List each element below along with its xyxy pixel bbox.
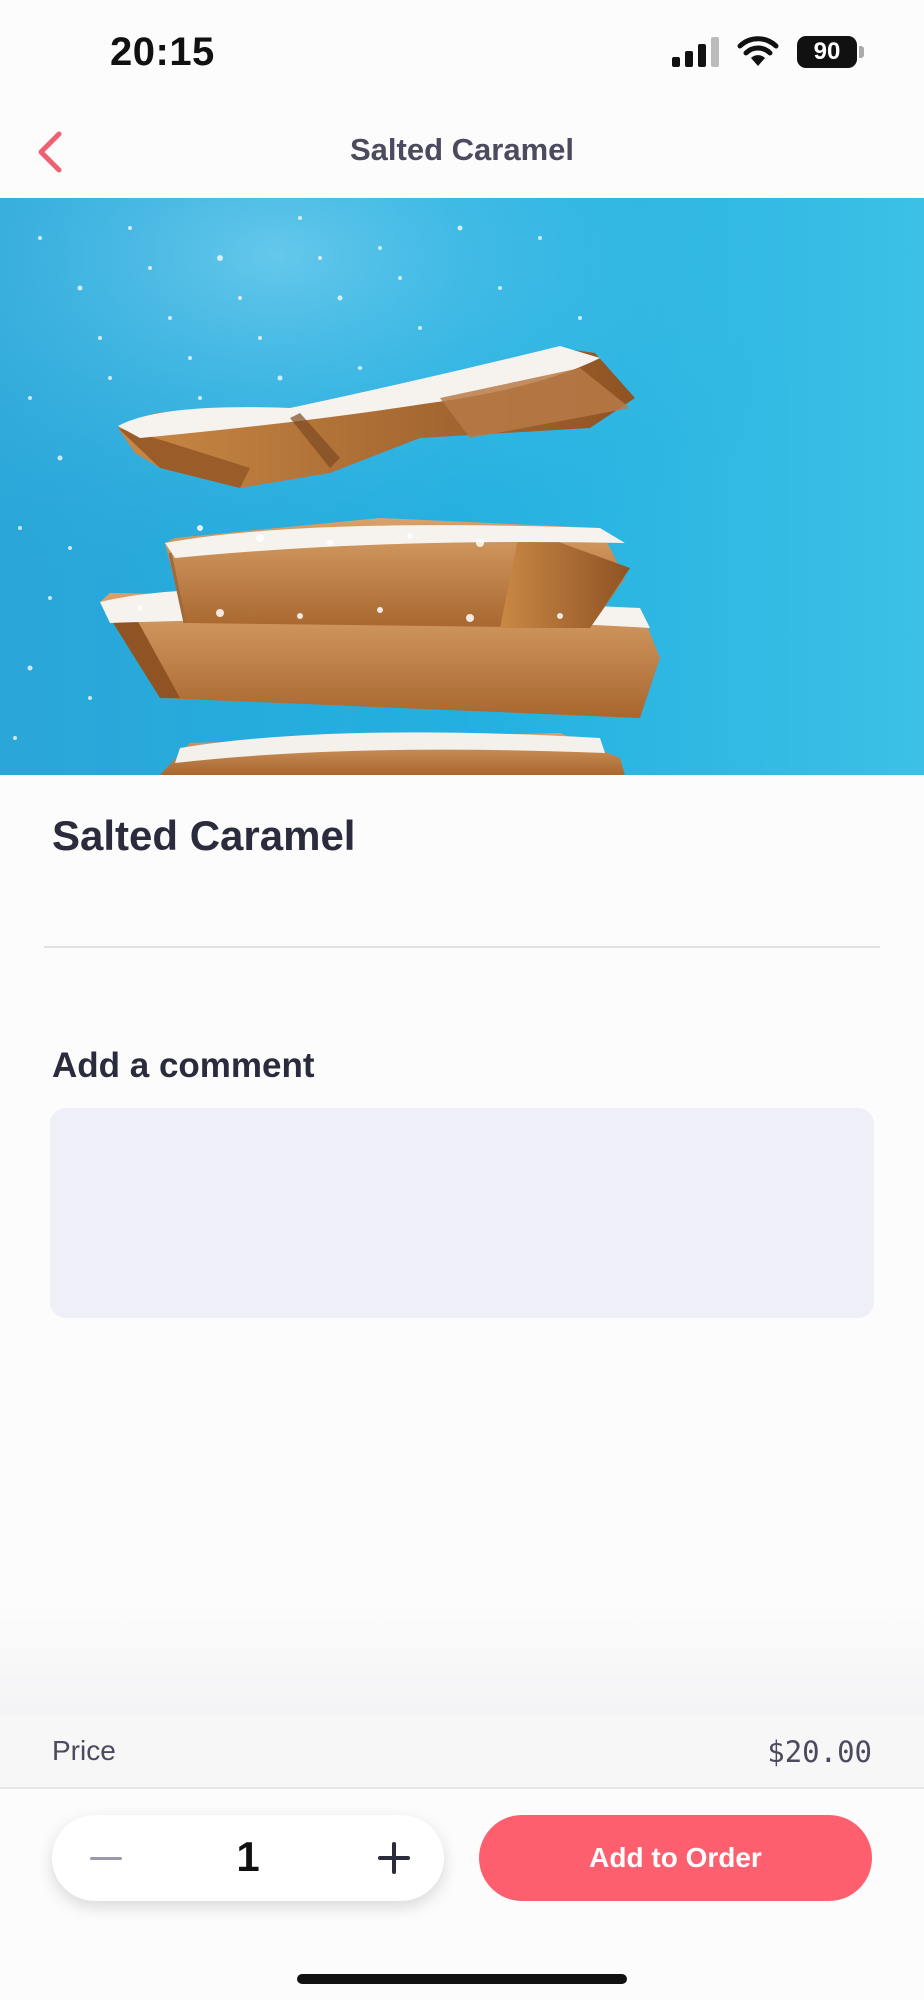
decrease-quantity-button[interactable] — [76, 1828, 136, 1888]
status-bar: 20:15 90 — [0, 0, 924, 100]
status-time: 20:15 — [110, 30, 215, 74]
comment-label: Add a comment — [52, 1046, 315, 1085]
status-icons: 90 — [672, 36, 864, 68]
price-row: Price $20.00 — [0, 1715, 924, 1789]
comment-input[interactable] — [50, 1108, 874, 1318]
minus-icon — [90, 1856, 122, 1860]
price-label: Price — [52, 1735, 116, 1766]
caramel-bars-illustration — [0, 198, 924, 775]
divider — [44, 946, 880, 948]
page-title: Salted Caramel — [350, 132, 574, 167]
nav-bar: Salted Caramel — [0, 100, 924, 198]
order-bar: 1 Add to Order — [0, 1789, 924, 2000]
battery-icon: 90 — [797, 36, 864, 68]
add-to-order-button[interactable]: Add to Order — [479, 1815, 872, 1901]
quantity-value: 1 — [236, 1833, 260, 1880]
signal-icon — [672, 37, 719, 67]
price-value: $20.00 — [767, 1735, 872, 1769]
product-image — [0, 198, 924, 775]
increase-quantity-button[interactable] — [364, 1828, 424, 1888]
plus-icon — [378, 1842, 410, 1874]
quantity-stepper: 1 — [52, 1815, 444, 1901]
home-indicator — [297, 1974, 627, 1984]
wifi-icon — [737, 36, 779, 66]
product-title: Salted Caramel — [52, 812, 356, 859]
battery-level: 90 — [797, 36, 857, 68]
bottom-fade — [0, 1600, 924, 1715]
